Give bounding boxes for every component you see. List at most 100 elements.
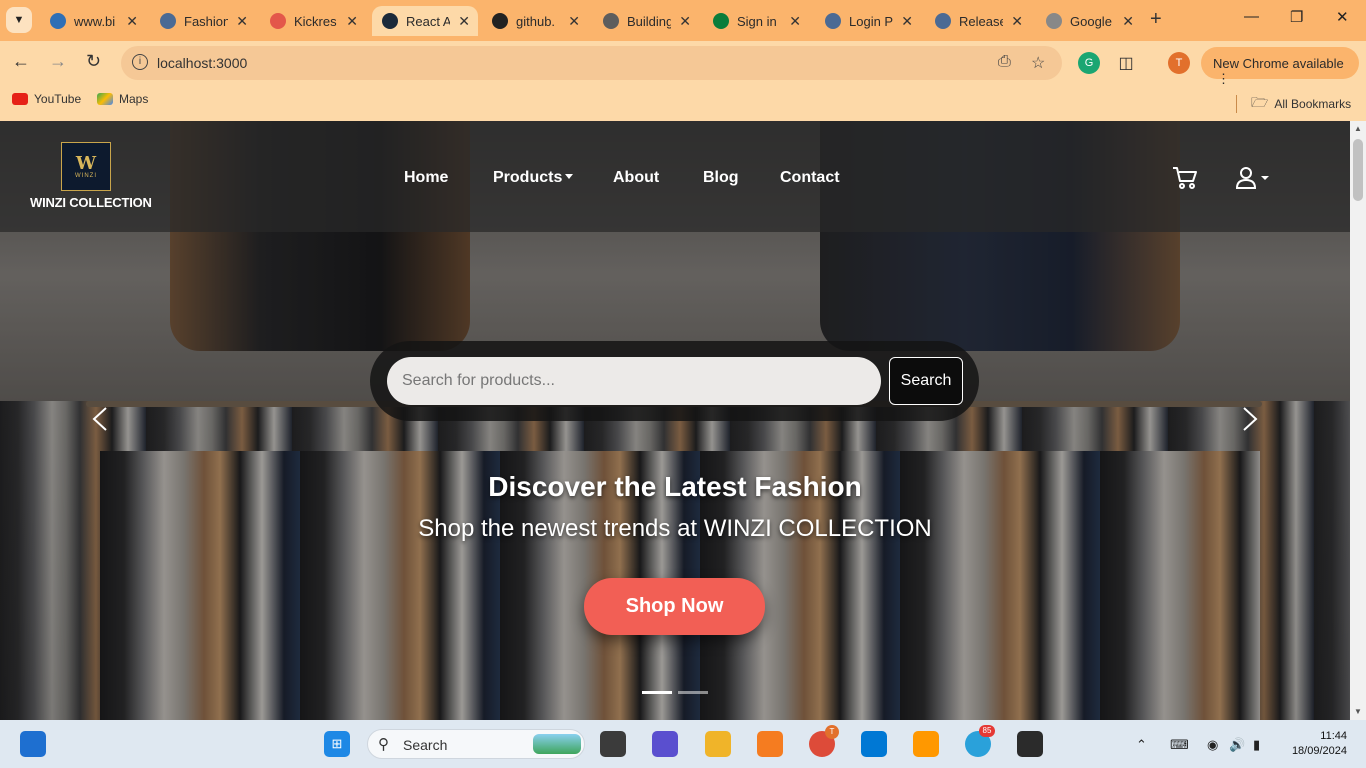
search-input[interactable] <box>387 357 881 405</box>
terminal-icon[interactable] <box>1017 731 1043 757</box>
widgets-icon[interactable] <box>20 731 46 757</box>
browser-chrome: ▼ www.bi ✕ Fashion ✕ Kickres ✕ React A ✕ github.… <box>0 0 1366 121</box>
bookmark-youtube[interactable]: YouTube <box>12 92 81 106</box>
close-tab-icon[interactable]: ✕ <box>126 13 138 30</box>
chrome-update-button[interactable]: New Chrome available ⋮ <box>1201 47 1359 86</box>
tab-4[interactable]: React A ✕ <box>372 6 478 36</box>
chevron-up-icon[interactable]: ⌃ <box>1136 737 1147 753</box>
carousel-prev-arrow-icon[interactable] <box>88 406 114 432</box>
bookmark-label: YouTube <box>34 92 82 106</box>
bookmark-maps[interactable]: Maps <box>97 92 148 106</box>
tab-5[interactable]: github. ✕ <box>482 6 588 36</box>
close-tab-icon[interactable]: ✕ <box>568 13 580 30</box>
close-tab-icon[interactable]: ✕ <box>236 13 248 30</box>
site-logo[interactable]: W WINZI <box>61 142 111 191</box>
chrome-taskbar-icon[interactable]: T <box>809 725 839 757</box>
profile-avatar[interactable]: T <box>1168 52 1190 74</box>
windows-start-icon[interactable]: ⊞ <box>324 731 350 757</box>
minimize-button[interactable]: — <box>1244 8 1259 25</box>
tab-3[interactable]: Kickres ✕ <box>260 6 366 36</box>
tab-2[interactable]: Fashion ✕ <box>150 6 256 36</box>
reload-button[interactable]: ↻ <box>86 51 101 72</box>
tab-title: Sign in <box>737 13 777 29</box>
back-button[interactable]: ← <box>12 51 30 72</box>
tab-6[interactable]: Building ✕ <box>593 6 699 36</box>
close-tab-icon[interactable]: ✕ <box>901 13 913 30</box>
keyboard-icon[interactable]: ⌨ <box>1170 737 1189 753</box>
nav-products[interactable]: Products <box>493 169 574 187</box>
xampp-icon[interactable] <box>757 731 783 757</box>
tab-search-button[interactable]: ▼ <box>6 7 32 33</box>
close-tab-icon[interactable]: ✕ <box>458 13 470 30</box>
carousel-indicator-1[interactable] <box>642 691 672 694</box>
tab-title: Login P <box>849 13 893 29</box>
grammarly-extension-icon[interactable]: G <box>1078 52 1100 74</box>
bookmark-star-icon[interactable]: ☆ <box>1031 53 1045 73</box>
install-app-icon[interactable]: ⎙ <box>998 53 1011 71</box>
chevron-down-icon: ▼ <box>13 14 25 26</box>
telegram-icon[interactable]: 85 <box>965 725 995 757</box>
tab-favicon-icon <box>825 13 841 29</box>
tab-title: Fashion <box>184 13 228 29</box>
task-view-icon[interactable] <box>600 731 626 757</box>
tab-strip: ▼ www.bi ✕ Fashion ✕ Kickres ✕ React A ✕ github.… <box>0 0 1366 41</box>
clock-time: 11:44 <box>1320 730 1347 742</box>
folder-icon: 🗁 <box>1251 94 1269 110</box>
scrollbar-thumb[interactable] <box>1353 139 1363 201</box>
new-tab-button[interactable]: + <box>1150 8 1162 31</box>
tab-1[interactable]: www.bi ✕ <box>40 6 146 36</box>
battery-icon[interactable]: ▮ <box>1253 737 1260 753</box>
page-scrollbar[interactable]: ▲ ▼ <box>1350 121 1366 720</box>
telegram-badge: 85 <box>979 725 995 737</box>
user-account-icon[interactable] <box>1236 166 1272 190</box>
site-info-icon[interactable]: i <box>132 54 148 70</box>
nav-home[interactable]: Home <box>404 169 448 187</box>
sublime-text-icon[interactable] <box>913 731 939 757</box>
shop-now-button[interactable]: Shop Now <box>584 578 765 635</box>
network-icon[interactable]: ◉ <box>1207 737 1218 753</box>
address-bar[interactable]: i localhost:3000 ⎙ ☆ <box>121 46 1062 80</box>
scroll-down-icon[interactable]: ▼ <box>1354 707 1362 716</box>
nav-contact[interactable]: Contact <box>780 169 840 187</box>
tab-7[interactable]: Sign in ✕ <box>703 6 809 36</box>
close-tab-icon[interactable]: ✕ <box>346 13 358 30</box>
close-tab-icon[interactable]: ✕ <box>789 13 801 30</box>
close-tab-icon[interactable]: ✕ <box>679 13 691 30</box>
nav-about[interactable]: About <box>613 169 659 187</box>
cart-icon[interactable] <box>1171 165 1199 191</box>
tab-favicon-icon <box>713 13 729 29</box>
logo-small-text: WINZI <box>75 172 97 179</box>
search-button[interactable]: Search <box>889 357 963 405</box>
nav-blog[interactable]: Blog <box>703 169 739 187</box>
carousel-indicator-2[interactable] <box>678 691 708 694</box>
vscode-icon[interactable] <box>861 731 887 757</box>
close-tab-icon[interactable]: ✕ <box>1122 13 1134 30</box>
close-tab-icon[interactable]: ✕ <box>1011 13 1023 30</box>
taskbar-search[interactable]: ⚲ Search <box>367 729 585 759</box>
tab-favicon-icon <box>492 13 508 29</box>
hero-section: W WINZI WINZI COLLECTION Home Products A… <box>0 121 1350 720</box>
maps-icon <box>97 93 113 105</box>
tab-favicon-icon <box>382 13 398 29</box>
brand-name[interactable]: WINZI COLLECTION <box>30 195 152 210</box>
all-bookmarks-label: All Bookmarks <box>1274 97 1352 111</box>
forward-button[interactable]: → <box>49 51 67 72</box>
scroll-up-icon[interactable]: ▲ <box>1354 124 1362 133</box>
url-text[interactable]: localhost:3000 <box>157 55 247 71</box>
search-icon: ⚲ <box>378 736 389 753</box>
restore-button[interactable]: ❐ <box>1290 8 1303 26</box>
taskbar-search-label: Search <box>403 737 448 753</box>
volume-icon[interactable]: 🔊 <box>1229 737 1245 753</box>
tab-favicon-icon <box>50 13 66 29</box>
all-bookmarks-button[interactable]: 🗁 All Bookmarks <box>1236 92 1351 116</box>
teams-chat-icon[interactable] <box>652 731 678 757</box>
arrow-right-icon: → <box>49 51 67 71</box>
tab-9[interactable]: Release ✕ <box>925 6 1031 36</box>
tab-10[interactable]: Google ✕ <box>1036 6 1142 36</box>
close-window-button[interactable]: ✕ <box>1336 8 1349 26</box>
file-explorer-icon[interactable] <box>705 731 731 757</box>
extensions-puzzle-icon[interactable]: ◫ <box>1115 52 1137 74</box>
carousel-next-arrow-icon[interactable] <box>1236 406 1262 432</box>
system-clock[interactable]: 11:44 18/09/2024 <box>1282 729 1347 759</box>
tab-8[interactable]: Login P ✕ <box>815 6 921 36</box>
